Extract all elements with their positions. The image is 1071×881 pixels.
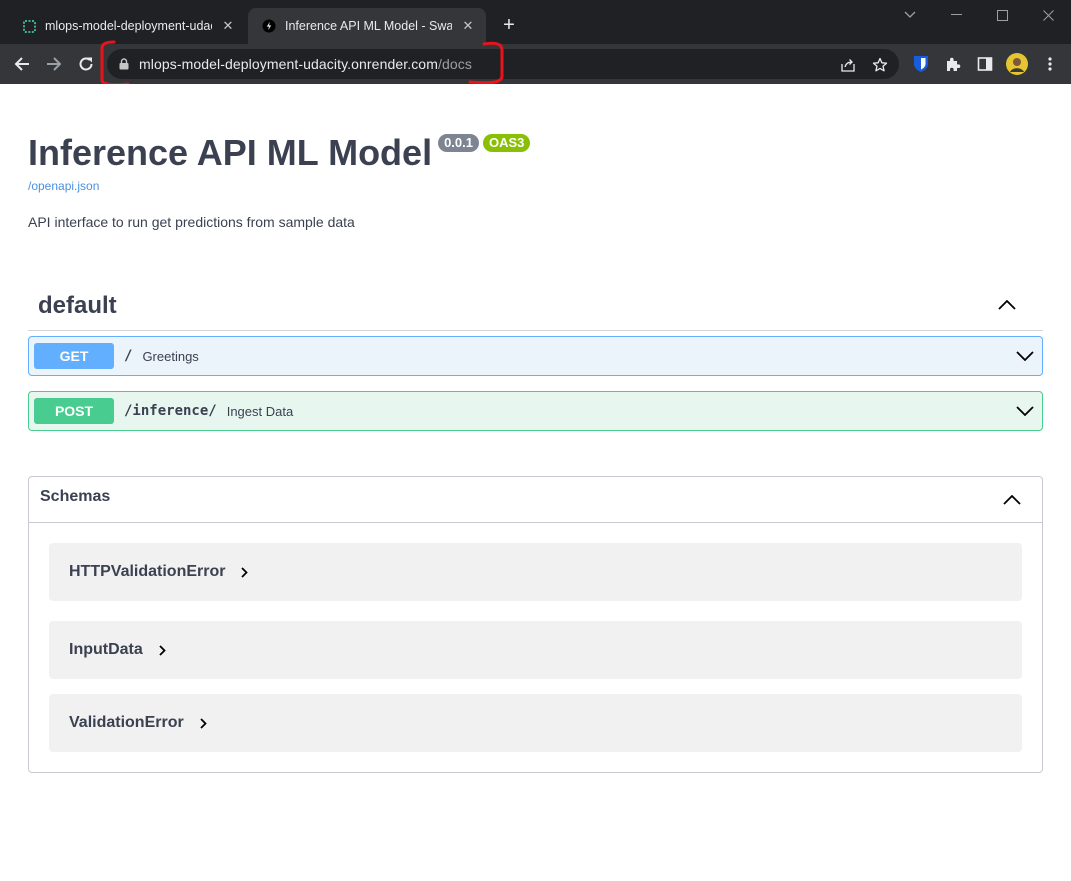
new-tab-button[interactable]: + [496, 12, 522, 38]
tag-name: default [38, 292, 117, 319]
api-title-block: Inference API ML Model 0.0.1 OAS3 [28, 132, 531, 174]
operation-summary: Greetings [142, 348, 199, 364]
chevron-down-icon[interactable] [1014, 400, 1036, 422]
profile-avatar[interactable] [1003, 50, 1031, 78]
oas-badge: OAS3 [483, 134, 531, 152]
share-icon[interactable] [839, 56, 857, 74]
method-badge: POST [34, 398, 114, 424]
tab-title: mlops-model-deployment-udacity [45, 19, 212, 33]
bitwarden-extension-icon[interactable] [907, 50, 935, 78]
schema-name: ValidationError [69, 714, 184, 731]
side-panel-icon[interactable] [971, 50, 999, 78]
method-badge: GET [34, 343, 114, 369]
chevron-right-icon[interactable] [241, 566, 249, 578]
browser-menu-icon[interactable] [1036, 50, 1064, 78]
operation-post-inference[interactable]: POST /inference/ Ingest Data [28, 391, 1043, 431]
minimize-icon[interactable] [933, 0, 979, 30]
chevron-down-icon[interactable] [1014, 345, 1036, 367]
reload-icon[interactable] [72, 50, 100, 78]
close-tab-icon[interactable]: ✕ [458, 16, 478, 36]
chevron-up-icon[interactable] [997, 295, 1017, 315]
operation-get-root[interactable]: GET / Greetings [28, 336, 1043, 376]
chevron-right-icon[interactable] [200, 717, 207, 729]
render-icon [22, 19, 36, 33]
schema-item-inputdata[interactable]: InputData [49, 621, 1022, 679]
operation-path: / [124, 348, 133, 364]
chevron-up-icon[interactable] [1002, 490, 1022, 510]
api-description: API interface to run get predictions fro… [28, 214, 355, 230]
bookmark-star-icon[interactable] [871, 56, 889, 74]
api-title: Inference API ML Model [28, 132, 433, 173]
browser-tab-1[interactable]: mlops-model-deployment-udacity ✕ [8, 8, 246, 44]
schemas-label: Schemas [40, 488, 111, 505]
close-window-icon[interactable] [1025, 0, 1071, 30]
browser-tabstrip: mlops-model-deployment-udacity ✕ Inferen… [0, 0, 1071, 44]
extensions-icon[interactable] [939, 50, 967, 78]
tab-title: Inference API ML Model - Swagger UI [285, 19, 452, 33]
schemas-section: Schemas HTTPValidationError InputData Va… [28, 476, 1043, 773]
tab-search-icon[interactable] [887, 0, 933, 30]
browser-tab-2[interactable]: Inference API ML Model - Swagger UI ✕ [248, 8, 486, 44]
url-host: mlops-model-deployment-udacity.onrender.… [139, 56, 438, 72]
schema-name: InputData [69, 641, 143, 658]
back-icon[interactable] [8, 50, 36, 78]
schema-name: HTTPValidationError [69, 563, 226, 580]
swagger-icon [262, 19, 276, 33]
browser-toolbar: mlops-model-deployment-udacity.onrender.… [0, 44, 1071, 84]
operation-summary: Ingest Data [226, 403, 294, 419]
openapi-spec-link[interactable]: /openapi.json [28, 179, 99, 193]
address-url: mlops-model-deployment-udacity.onrender.… [139, 56, 472, 72]
maximize-icon[interactable] [979, 0, 1025, 30]
swagger-page: Inference API ML Model 0.0.1 OAS3 /opena… [0, 84, 1071, 881]
version-badge: 0.0.1 [438, 134, 479, 152]
url-path: /docs [437, 56, 472, 72]
tag-section-header[interactable]: default [28, 284, 1043, 331]
lock-icon[interactable] [119, 58, 129, 70]
operation-path: /inference/ [124, 403, 217, 419]
schema-item-httpvalidationerror[interactable]: HTTPValidationError [49, 543, 1022, 601]
address-bar[interactable]: mlops-model-deployment-udacity.onrender.… [107, 49, 899, 79]
schemas-header[interactable]: Schemas [29, 477, 1042, 523]
close-tab-icon[interactable]: ✕ [218, 16, 238, 36]
chevron-right-icon[interactable] [159, 644, 166, 656]
schema-item-validationerror[interactable]: ValidationError [49, 694, 1022, 752]
forward-icon[interactable] [40, 50, 68, 78]
